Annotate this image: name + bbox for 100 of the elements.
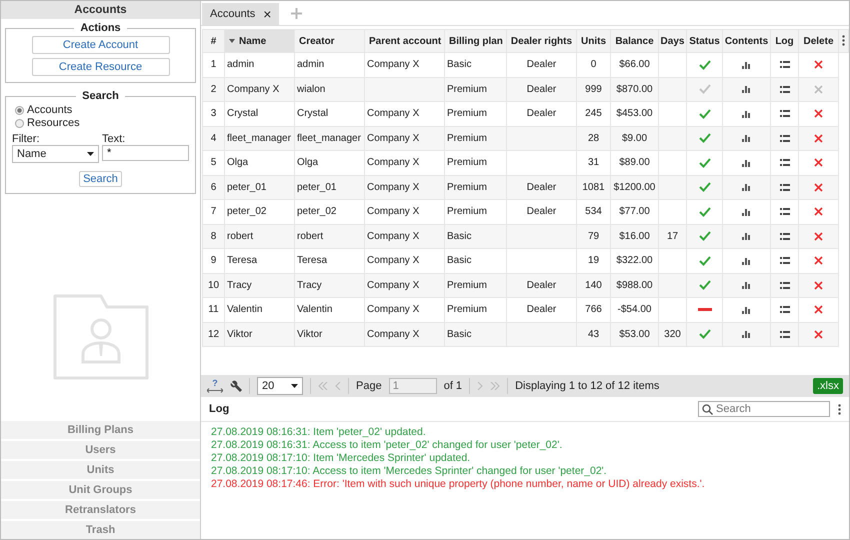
list-icon[interactable]: [780, 257, 790, 264]
table-cell: 11: [208, 304, 219, 316]
list-icon[interactable]: [780, 306, 790, 314]
table-cell: 1: [210, 59, 216, 70]
bar-chart-icon[interactable]: [742, 256, 751, 265]
table-cell: $322.00: [616, 255, 653, 266]
delete-icon[interactable]: [814, 256, 823, 266]
table-cell: 140: [585, 280, 602, 291]
radio-option[interactable]: Resources: [15, 117, 189, 129]
column-header[interactable]: Billing plan: [444, 30, 506, 52]
delete-icon[interactable]: [814, 158, 823, 168]
table-cell: wialon: [297, 84, 326, 95]
table-cell: 19: [588, 255, 600, 266]
bar-chart-icon[interactable]: [742, 306, 751, 314]
bar-chart-icon[interactable]: [742, 232, 751, 240]
column-header[interactable]: Days: [658, 30, 686, 52]
table-cell: fleet_manager: [227, 132, 291, 144]
column-header[interactable]: Creator: [294, 30, 364, 52]
list-icon[interactable]: [780, 232, 790, 240]
caret-icon: [87, 152, 94, 156]
table-cell: $9.00: [622, 132, 648, 144]
wrench-icon[interactable]: [230, 380, 242, 392]
table-cell: Basic: [447, 230, 472, 242]
bar-chart-icon[interactable]: [742, 183, 751, 192]
column-header[interactable]: Name: [224, 30, 294, 52]
table-cell: robert: [227, 230, 254, 242]
column-header[interactable]: Status: [686, 30, 722, 52]
radio-icon[interactable]: [15, 106, 24, 114]
delete-icon[interactable]: [814, 280, 823, 290]
table-cell: Premium: [447, 132, 488, 144]
delete-icon[interactable]: [814, 305, 823, 314]
close-button[interactable]: ×: [263, 6, 272, 22]
table-cell: Teresa: [227, 255, 258, 266]
list-icon[interactable]: [780, 134, 790, 142]
export-button[interactable]: .xlsx: [813, 378, 843, 394]
bar-chart-icon[interactable]: [742, 60, 751, 69]
column-header[interactable]: Balance: [610, 30, 658, 52]
sort-caret-icon: [229, 38, 235, 43]
bar-chart-icon[interactable]: [742, 134, 751, 142]
filter-dropdown[interactable]: Name: [12, 145, 99, 163]
list-icon[interactable]: [780, 184, 790, 191]
table-cell: $1200.00: [614, 182, 656, 193]
column-header[interactable]: Units: [576, 30, 610, 52]
delete-icon[interactable]: [814, 109, 823, 118]
table-cell: $988.00: [616, 280, 653, 291]
bar-chart-icon[interactable]: [742, 208, 751, 216]
column-header[interactable]: Contents: [722, 30, 770, 52]
table-cell: 28: [588, 132, 600, 144]
list-icon[interactable]: [780, 208, 790, 216]
column-header[interactable]: Parent account: [364, 30, 444, 52]
table-cell: $53.00: [619, 328, 650, 340]
more-icon[interactable]: [842, 35, 845, 46]
bar-chart-icon[interactable]: [742, 281, 751, 290]
delete-icon[interactable]: [814, 207, 823, 216]
more-icon[interactable]: [838, 404, 841, 414]
table-cell: admin: [297, 59, 324, 70]
search-button[interactable]: Search: [79, 171, 122, 187]
section-legend: Actions: [74, 22, 127, 34]
bar-chart-icon[interactable]: [742, 158, 751, 167]
table-cell: 4: [210, 132, 216, 144]
list-icon[interactable]: [780, 159, 790, 166]
table-cell: Company X: [367, 255, 420, 266]
column-header[interactable]: Dealer rights: [506, 30, 576, 52]
fit-columns-button[interactable]: ?: [207, 379, 223, 393]
list-icon[interactable]: [780, 86, 790, 93]
log-entry: 27.08.2019 08:17:10: Access to item 'Mercedes Sprinter' changed for user 'peter_02'.: [211, 465, 608, 478]
list-icon[interactable]: [780, 110, 790, 118]
delete-icon[interactable]: [814, 182, 823, 192]
radio-option[interactable]: Accounts: [15, 104, 189, 116]
table-cell: Premium: [447, 206, 488, 218]
delete-icon[interactable]: [814, 330, 823, 339]
table-cell: Viktor: [297, 328, 322, 340]
delete-icon[interactable]: [814, 60, 823, 70]
table-cell: 766: [585, 304, 602, 316]
table-cell: robert: [297, 230, 324, 242]
table-cell: 534: [585, 206, 602, 218]
delete-icon[interactable]: [814, 232, 823, 241]
column-header[interactable]: Log: [770, 30, 798, 52]
page-size-dropdown[interactable]: 20: [257, 377, 303, 395]
table-cell: 0: [590, 59, 596, 70]
column-header[interactable]: Delete: [798, 30, 838, 52]
delete-icon[interactable]: [814, 134, 823, 143]
radio-icon[interactable]: [15, 118, 24, 128]
bar-chart-icon[interactable]: [742, 85, 751, 94]
list-icon[interactable]: [780, 282, 790, 289]
list-icon[interactable]: [780, 61, 790, 68]
list-icon[interactable]: [780, 330, 790, 338]
tab[interactable]: Accounts ×: [202, 3, 280, 25]
column-header[interactable]: #: [202, 30, 224, 52]
table-cell: Dealer: [526, 108, 556, 120]
bar-chart-icon[interactable]: [742, 110, 751, 118]
caret-icon: [291, 384, 298, 388]
field-label: Filter:: [12, 133, 40, 145]
create-button[interactable]: Create Resource: [32, 58, 170, 76]
text-input[interactable]: *: [102, 145, 189, 161]
table-cell: 17: [666, 230, 678, 242]
create-button[interactable]: Create Account: [32, 36, 170, 54]
table-cell: Company X: [367, 108, 420, 120]
bar-chart-icon[interactable]: [742, 330, 751, 338]
search-field[interactable]: Search: [698, 401, 830, 417]
